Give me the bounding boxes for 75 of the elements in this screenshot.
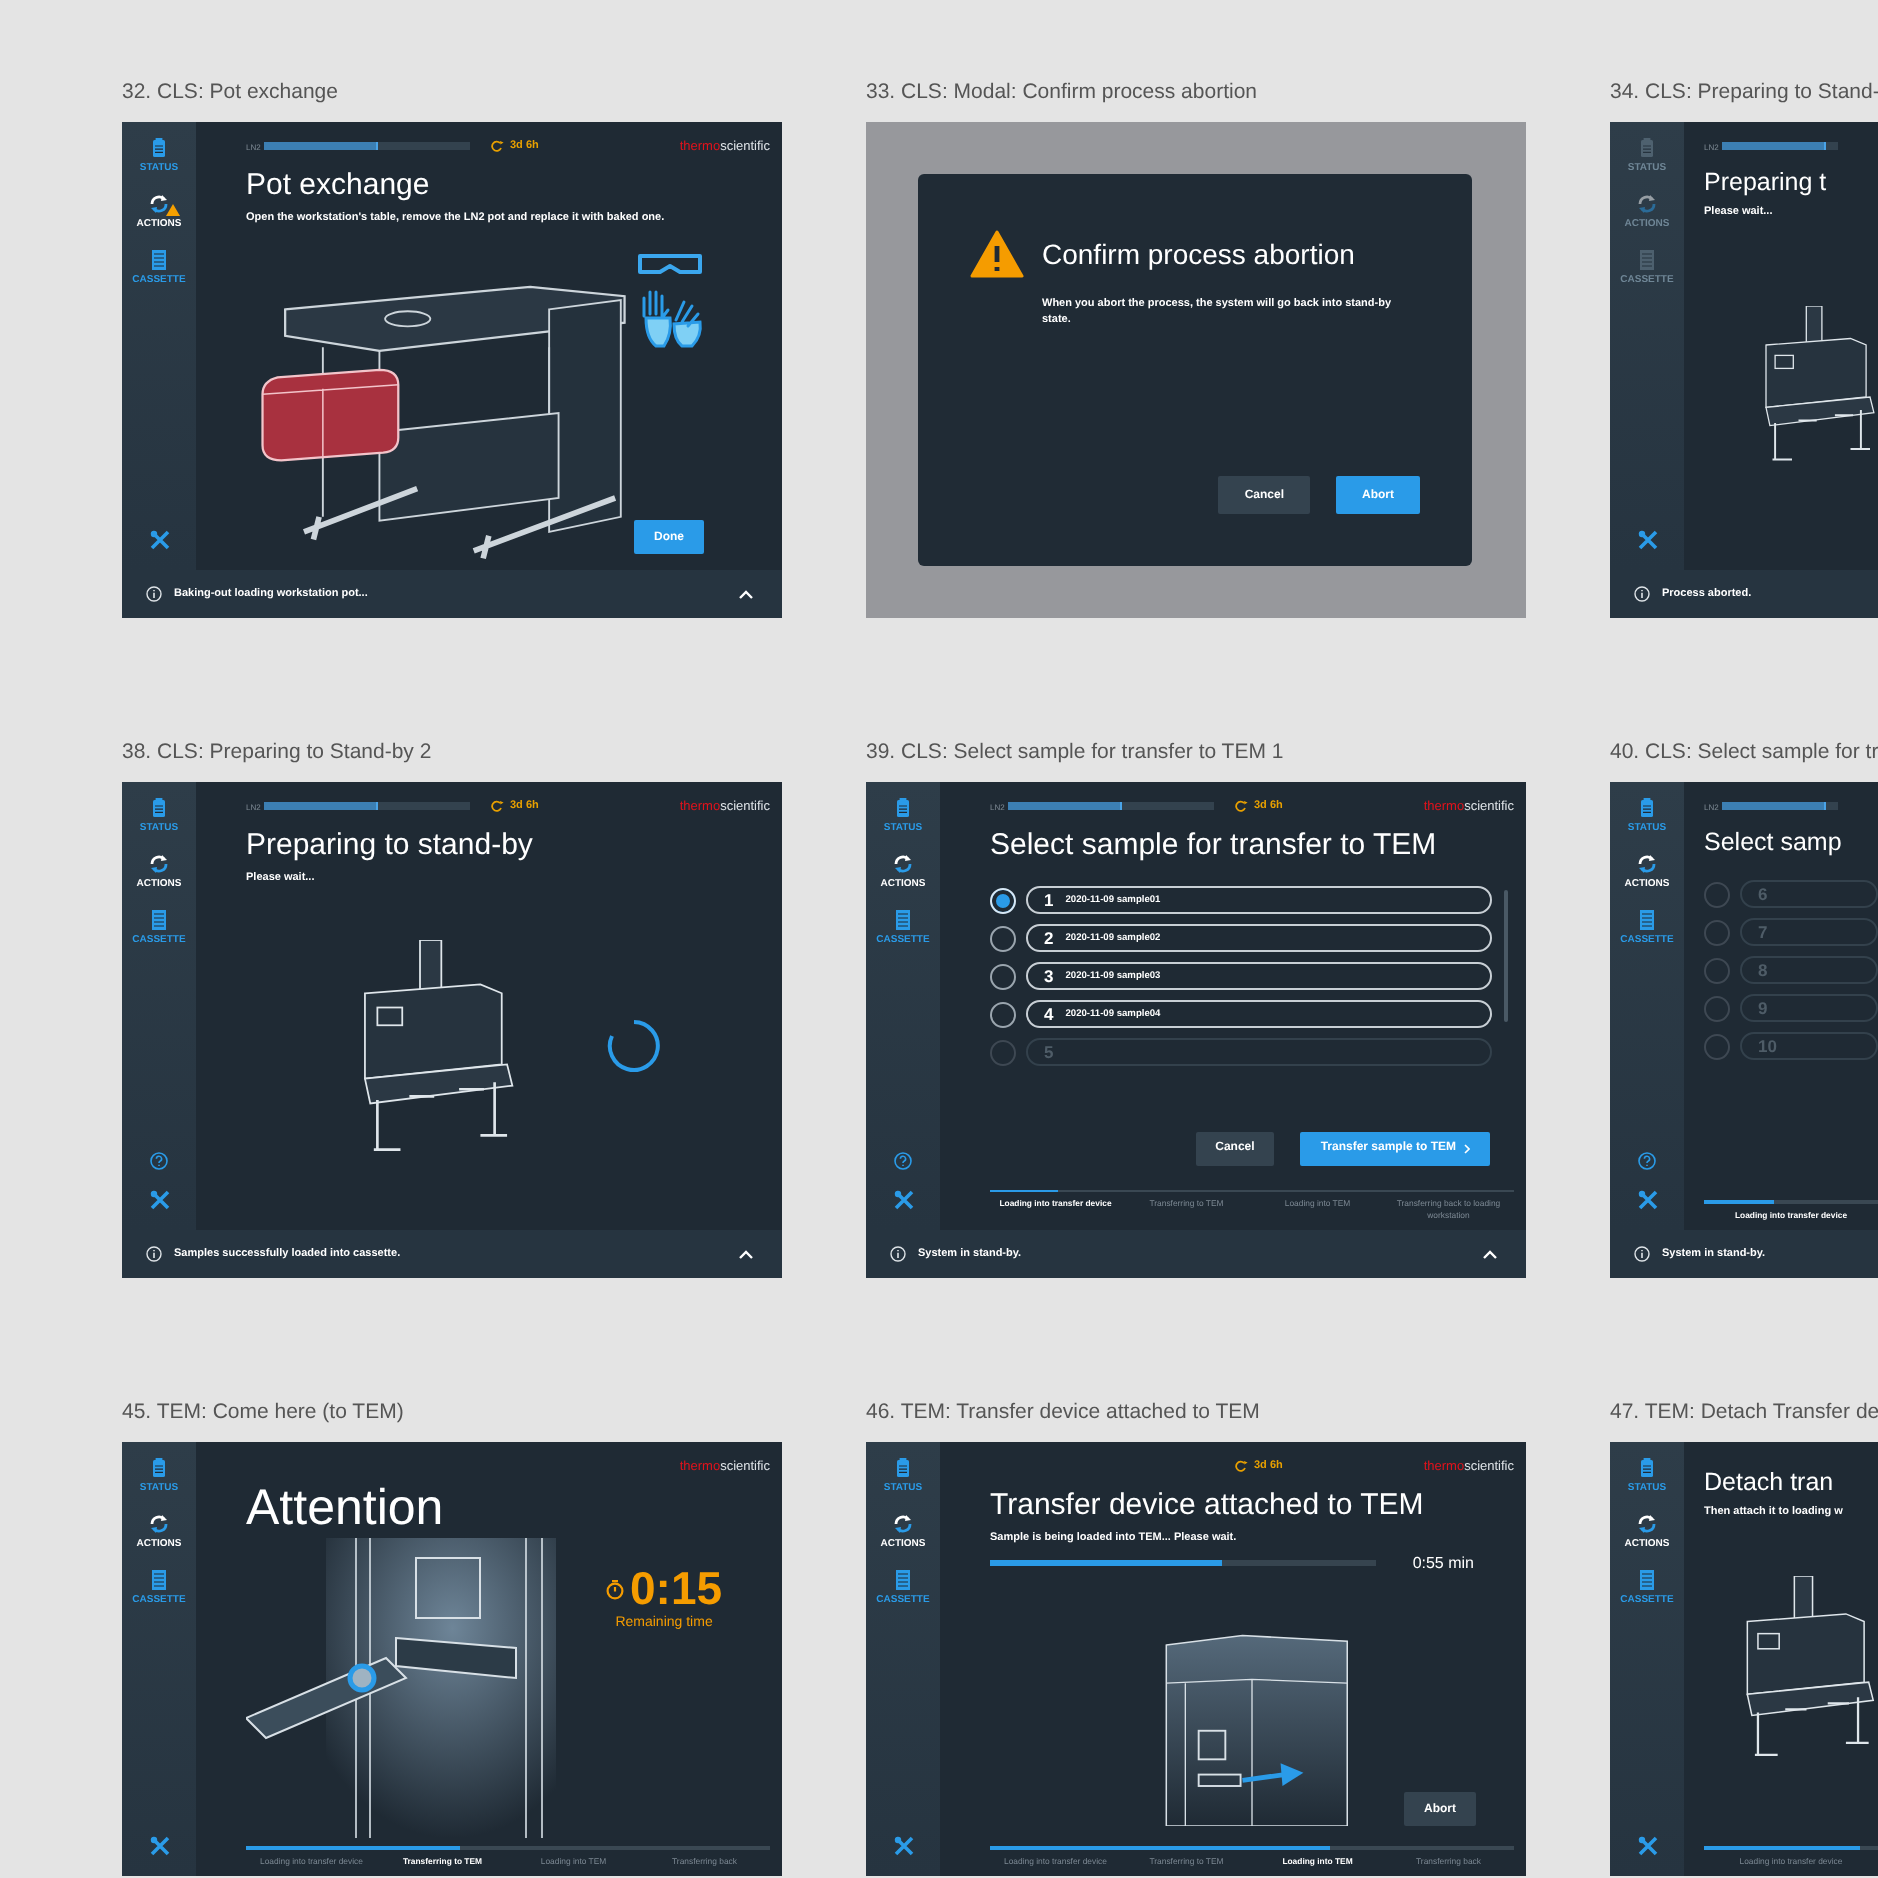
clipboard-icon [151, 138, 166, 158]
refresh-icon [148, 194, 170, 214]
clipboard-icon [1639, 798, 1654, 818]
info-icon [1634, 586, 1650, 602]
screen-caption: 33. CLS: Modal: Confirm process abortion [866, 80, 1260, 108]
screen-caption: 39. CLS: Select sample for transfer to TEM 1 [866, 740, 1286, 768]
tools-icon[interactable] [1637, 1836, 1657, 1856]
screen-title: Transfer device attached to TEM [990, 1488, 1426, 1522]
clipboard-icon [1639, 1458, 1654, 1478]
screen-caption: 45. TEM: Come here (to TEM) [122, 1400, 406, 1428]
screen-caption: 38. CLS: Preparing to Stand-by 2 [122, 740, 434, 768]
info-icon [890, 1246, 906, 1262]
radio-button[interactable] [990, 925, 1016, 951]
refresh-icon [892, 1514, 914, 1534]
screen-title: Detach tran [1704, 1468, 1836, 1496]
refresh-icon [1636, 854, 1658, 874]
clipboard-icon [895, 1458, 910, 1478]
progress-reading: 0:55 min [1412, 1554, 1474, 1573]
timer-icon [1234, 1460, 1248, 1472]
clipboard-icon [895, 798, 910, 818]
screen-title: Attention [246, 1480, 446, 1538]
screen-caption: 34. CLS: Preparing to Stand- [1610, 80, 1878, 108]
screen-caption: 40. CLS: Select sample for tr [1610, 740, 1878, 768]
chevron-right-icon [1464, 1143, 1470, 1154]
list-icon [1639, 910, 1654, 930]
screen-title: Select sample for transfer to TEM [990, 828, 1439, 862]
chevron-up-icon[interactable] [1482, 1249, 1498, 1259]
tools-icon[interactable] [893, 1836, 913, 1856]
tools-icon[interactable] [149, 530, 169, 550]
dialog-title: Confirm process abortion [1042, 238, 1355, 270]
screen-caption: 47. TEM: Detach Transfer de [1610, 1400, 1878, 1428]
list-icon [1639, 250, 1654, 270]
screen-title: Pot exchange [246, 168, 432, 202]
refresh-icon [148, 854, 170, 874]
list-icon [151, 910, 166, 930]
timer-icon [1234, 800, 1248, 812]
help-icon[interactable] [894, 1152, 912, 1170]
screen-title: Select samp [1704, 828, 1844, 856]
clipboard-icon [151, 798, 166, 818]
screen-caption: 46. TEM: Transfer device attached to TEM [866, 1400, 1262, 1428]
list-icon [151, 1570, 166, 1590]
screen-caption: 32. CLS: Pot exchange [122, 80, 340, 108]
list-icon [151, 250, 166, 270]
refresh-icon [892, 854, 914, 874]
tools-icon[interactable] [149, 1190, 169, 1210]
clipboard-icon [151, 1458, 166, 1478]
screen-title: Preparing to stand-by [246, 828, 535, 862]
refresh-icon [148, 1514, 170, 1534]
refresh-icon [1636, 1514, 1658, 1534]
tools-icon[interactable] [1637, 530, 1657, 550]
list-icon [895, 1570, 910, 1590]
help-icon[interactable] [1638, 1152, 1656, 1170]
tools-icon[interactable] [1637, 1190, 1657, 1210]
list-icon [895, 910, 910, 930]
info-icon [146, 586, 162, 602]
stopwatch-icon [606, 1579, 624, 1599]
tools-icon[interactable] [149, 1836, 169, 1856]
tools-icon[interactable] [893, 1190, 913, 1210]
scrollbar[interactable] [1503, 890, 1508, 1022]
radio-button[interactable] [990, 963, 1016, 989]
radio-button[interactable] [990, 1001, 1016, 1027]
list-icon [1639, 1570, 1654, 1590]
countdown-value: 0:15 [630, 1566, 723, 1612]
chevron-up-icon[interactable] [738, 1249, 754, 1259]
chevron-up-icon[interactable] [738, 589, 754, 599]
goggles-icon [635, 250, 703, 279]
help-icon[interactable] [150, 1152, 168, 1170]
refresh-icon [1636, 194, 1658, 214]
timer-icon [490, 800, 504, 812]
warning-icon [970, 230, 1024, 278]
info-icon [146, 1246, 162, 1262]
info-icon [1634, 1246, 1650, 1262]
screen-title: Preparing t [1704, 168, 1829, 196]
clipboard-icon [1639, 138, 1654, 158]
timer-icon [490, 140, 504, 152]
